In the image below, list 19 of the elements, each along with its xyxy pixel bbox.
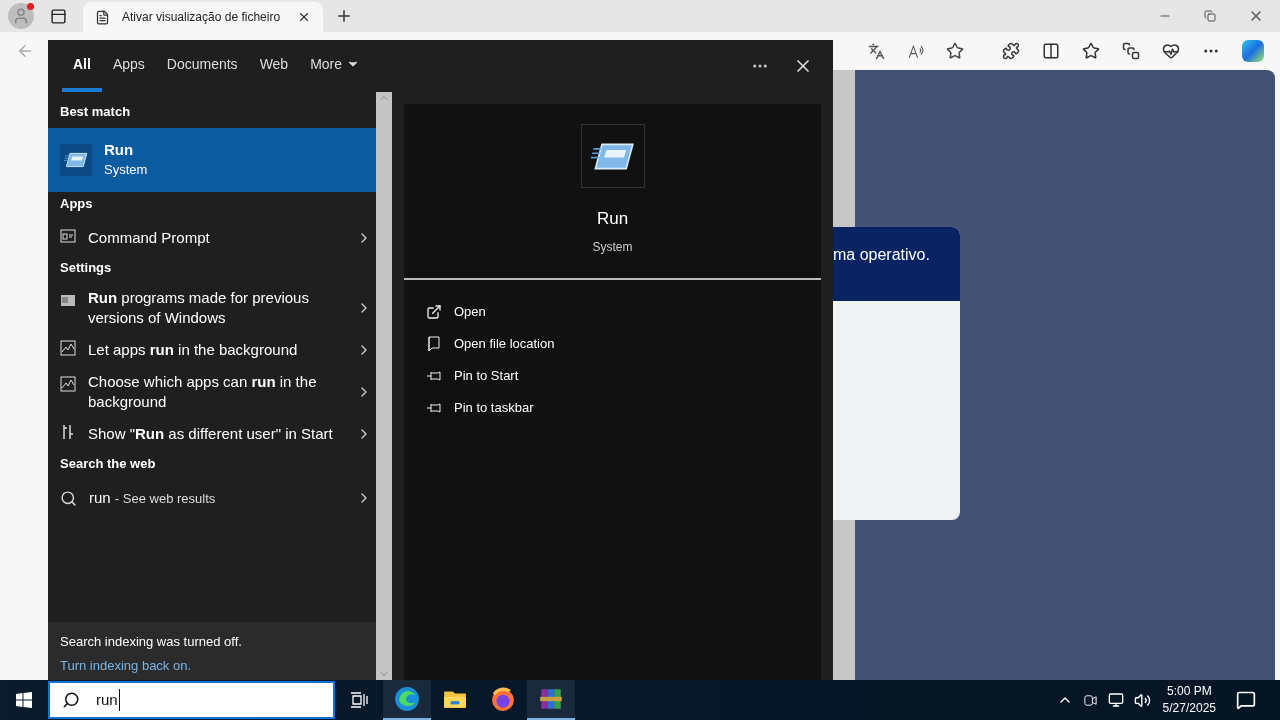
clock-time: 5:00 PM [1166,683,1212,700]
clock-date: 5/27/2025 [1162,700,1216,717]
section-heading: Settings [59,259,113,277]
result-title: Run [104,142,135,158]
result-text: Show "Run as different user" in Start [88,424,334,444]
preview-title: Run [596,208,629,230]
result-text: Run programs made for previous versions of Windows [88,288,310,328]
tab-title: Ativar visualização de ficheiro [122,9,282,26]
dialog-text: ma operativo. [833,245,931,265]
result-text: Let apps run in the background [88,340,299,360]
result-text: Choose which apps can run in the background [88,372,318,412]
section-heading: Search the web [59,455,157,473]
section-heading: Best match [59,103,132,121]
preview-subtitle: System [592,238,633,256]
section-heading: Apps [59,195,94,213]
result-text: run - See web results [89,487,217,508]
notice-text: Search indexing was turned off. [60,633,243,651]
result-text: Command Prompt [88,228,211,248]
result-subtitle: System [104,162,148,178]
